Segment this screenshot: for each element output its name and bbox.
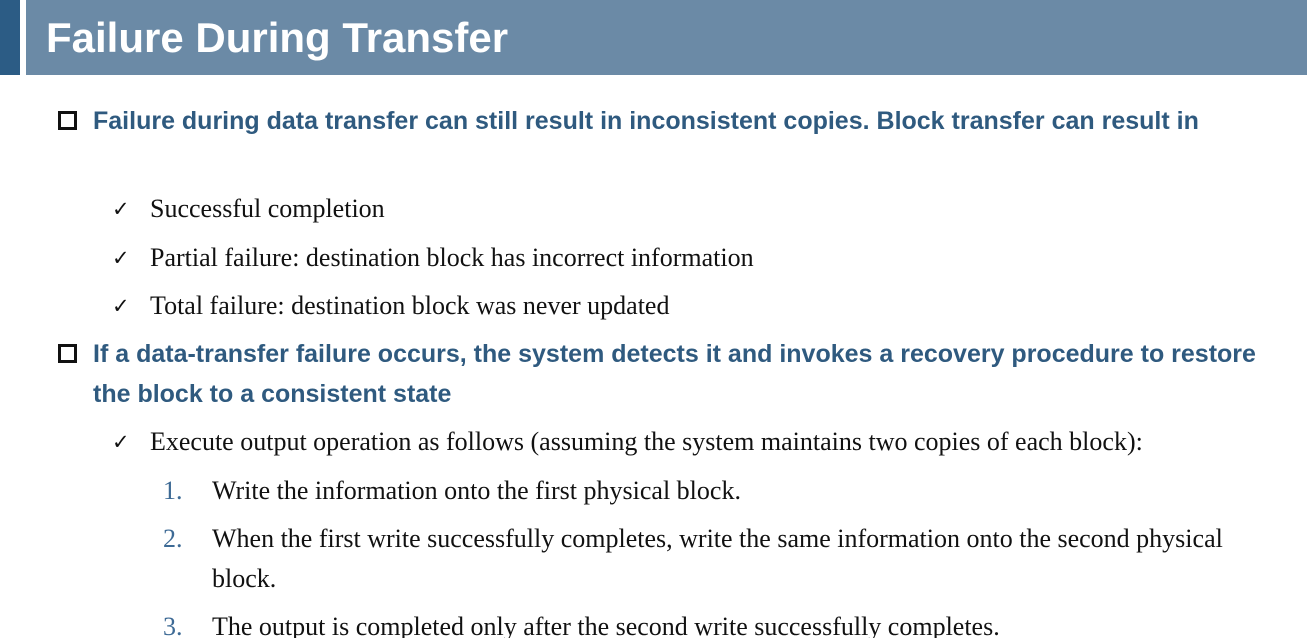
checkmark-icon: ✓ xyxy=(112,294,130,318)
checkmark-icon: ✓ xyxy=(112,197,130,221)
bullet-1-text: Failure during data transfer can still r… xyxy=(93,107,1199,135)
step-text-2: When the first write successfully comple… xyxy=(212,524,1223,593)
bullet-2-text: If a data-transfer failure occurs, the s… xyxy=(93,340,1256,408)
sub-item-partial-failure: Partial failure: destination block has i… xyxy=(150,243,754,272)
step-text-3: The output is completed only after the s… xyxy=(212,612,1000,638)
slide-title: Failure During Transfer xyxy=(46,14,509,61)
sub-item-total-failure: Total failure: destination block was nev… xyxy=(150,291,670,320)
title-accent-gap xyxy=(20,0,26,75)
step-number: 2. xyxy=(163,524,183,553)
step-number: 1. xyxy=(163,476,183,505)
square-bullet-icon xyxy=(58,111,77,130)
square-bullet-icon xyxy=(58,344,77,363)
step-number: 3. xyxy=(163,612,183,638)
checkmark-icon: ✓ xyxy=(112,430,130,454)
step-text-1: Write the information onto the first phy… xyxy=(212,476,741,505)
sub-item-execute-output: Execute output operation as follows (ass… xyxy=(150,427,1143,456)
sub-item-successful-completion: Successful completion xyxy=(150,194,385,223)
title-accent-stripe xyxy=(0,0,20,75)
checkmark-icon: ✓ xyxy=(112,246,130,270)
